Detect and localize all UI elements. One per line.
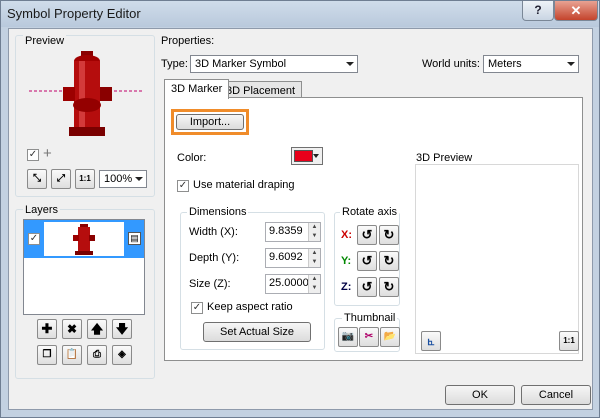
hydrant-preview-image bbox=[29, 51, 144, 136]
axis-icon[interactable]: ⦜ bbox=[421, 331, 441, 351]
depth-label: Depth (Y): bbox=[189, 252, 240, 264]
help-button[interactable]: ? bbox=[522, 1, 554, 21]
size-input[interactable] bbox=[269, 277, 311, 289]
chevron-down-icon bbox=[567, 62, 575, 66]
rotate-x-ccw-icon[interactable]: ↺ bbox=[357, 225, 377, 245]
layers-list[interactable]: ✓ ▤ bbox=[23, 219, 145, 315]
depth-spin-buttons[interactable]: ▲ ▼ bbox=[308, 249, 320, 267]
size-label: Size (Z): bbox=[189, 278, 231, 290]
dialog-window: Symbol Property Editor ? ✕ Preview ✓ + ⤡… bbox=[0, 0, 600, 418]
rotate-x-cw-icon[interactable]: ↻ bbox=[379, 225, 399, 245]
rotate-z-ccw-icon[interactable]: ↺ bbox=[357, 277, 377, 297]
add-layer-icon[interactable]: ✚ bbox=[37, 319, 57, 339]
layer-visible-checkbox[interactable]: ✓ bbox=[28, 233, 40, 245]
preview-3d-canvas[interactable] bbox=[415, 164, 579, 354]
rotate-y-ccw-icon[interactable]: ↺ bbox=[357, 251, 377, 271]
depth-spinner[interactable]: ▲▼ bbox=[265, 248, 321, 268]
remove-layer-icon[interactable]: ✖ bbox=[62, 319, 82, 339]
type-value: 3D Marker Symbol bbox=[195, 58, 287, 70]
crosshair-icon: + bbox=[43, 145, 52, 162]
preview-3d-label: 3D Preview bbox=[416, 152, 473, 164]
dimensions-label: Dimensions bbox=[187, 206, 249, 218]
axis-x-label: X: bbox=[341, 229, 352, 241]
world-units-select[interactable]: Meters bbox=[483, 55, 579, 73]
keep-aspect-label: Keep aspect ratio bbox=[207, 301, 293, 313]
rotate-y-cw-icon[interactable]: ↻ bbox=[379, 251, 399, 271]
chevron-down-icon bbox=[346, 62, 354, 66]
use-material-draping-checkbox[interactable]: ✓ bbox=[177, 180, 189, 192]
type-label: Type: bbox=[161, 58, 188, 70]
move-down-icon[interactable]: 🡇 bbox=[112, 319, 132, 339]
use-material-draping-label: Use material draping bbox=[193, 179, 295, 191]
actual-size-3d-icon[interactable]: 1:1 bbox=[559, 331, 579, 351]
size-spinner[interactable]: ▲▼ bbox=[265, 274, 321, 294]
color-label: Color: bbox=[177, 152, 207, 164]
layers-label: Layers bbox=[23, 204, 61, 216]
chevron-down-icon bbox=[135, 177, 143, 181]
properties-label: Properties: bbox=[161, 35, 215, 47]
width-input[interactable] bbox=[269, 225, 311, 237]
axis-z-label: Z: bbox=[341, 281, 352, 293]
width-spinner[interactable]: ▲▼ bbox=[265, 222, 321, 242]
chevron-down-icon bbox=[313, 154, 319, 158]
cancel-button[interactable]: Cancel bbox=[521, 385, 591, 405]
layer-row-selected[interactable]: ✓ ▤ bbox=[24, 220, 144, 258]
ok-button[interactable]: OK bbox=[445, 385, 515, 405]
clear-thumbnail-icon[interactable]: ✂ bbox=[359, 327, 379, 347]
fit-extent-icon[interactable]: ⤡ bbox=[27, 169, 47, 189]
hydrant-thumbnail-icon bbox=[73, 224, 95, 255]
preview-label: Preview bbox=[23, 35, 67, 47]
world-units-value: Meters bbox=[488, 58, 522, 70]
rotate-axis-label: Rotate axis bbox=[340, 206, 400, 218]
actual-size-icon[interactable]: 1:1 bbox=[75, 169, 95, 189]
world-units-label: World units: bbox=[422, 58, 480, 70]
type-select[interactable]: 3D Marker Symbol bbox=[190, 55, 358, 73]
dialog-client: Preview ✓ + ⤡ ⤢ 1:1 100% Layers ✓ ▤ ✚ ✖ … bbox=[8, 28, 593, 410]
window-title: Symbol Property Editor bbox=[7, 6, 141, 21]
close-button[interactable]: ✕ bbox=[554, 1, 598, 21]
tab-3d-marker[interactable]: 3D Marker bbox=[164, 79, 230, 99]
keep-aspect-checkbox[interactable]: ✓ bbox=[191, 302, 203, 314]
import-button[interactable]: Import... bbox=[176, 114, 244, 130]
set-actual-size-button[interactable]: Set Actual Size bbox=[203, 322, 311, 342]
reset-layer-icon[interactable]: ◈ bbox=[112, 345, 132, 365]
layer-properties-icon[interactable]: ▤ bbox=[128, 232, 141, 245]
open-folder-icon[interactable]: 📂 bbox=[380, 327, 400, 347]
tab-panel: Import... Color: ✓ Use material draping … bbox=[164, 97, 583, 361]
thumbnail-label: Thumbnail bbox=[342, 312, 398, 324]
paste-layer-icon[interactable]: 📋 bbox=[62, 345, 82, 365]
camera-icon[interactable]: 📷 bbox=[338, 327, 358, 347]
zoom-value: 100% bbox=[104, 173, 133, 185]
width-label: Width (X): bbox=[189, 226, 238, 238]
move-up-icon[interactable]: 🡅 bbox=[87, 319, 107, 339]
layer-thumbnail bbox=[44, 222, 124, 256]
preview-checkbox[interactable]: ✓ bbox=[27, 149, 39, 161]
rotate-z-cw-icon[interactable]: ↻ bbox=[379, 277, 399, 297]
axis-y-label: Y: bbox=[341, 255, 352, 267]
color-picker-button[interactable] bbox=[291, 147, 323, 165]
title-bar[interactable]: Symbol Property Editor ? ✕ bbox=[1, 1, 599, 27]
color-swatch bbox=[294, 150, 313, 162]
zoom-extent-icon[interactable]: ⤢ bbox=[51, 169, 71, 189]
copy-layer-icon[interactable]: ❐ bbox=[37, 345, 57, 365]
zoom-select[interactable]: 100% bbox=[99, 170, 147, 188]
depth-input[interactable] bbox=[269, 251, 311, 263]
export-layer-icon[interactable]: ⎙ bbox=[87, 345, 107, 365]
width-spin-buttons[interactable]: ▲ ▼ bbox=[308, 223, 320, 241]
size-spin-buttons[interactable]: ▲ ▼ bbox=[308, 275, 320, 293]
